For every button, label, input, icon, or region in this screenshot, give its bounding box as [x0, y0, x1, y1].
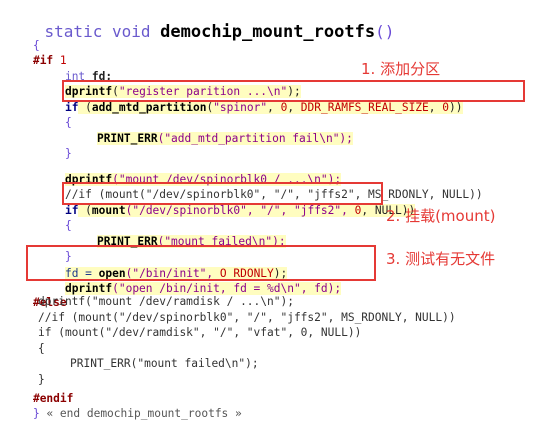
- annotation-label-1: 1. 添加分区: [361, 60, 441, 78]
- number-literal: 0: [442, 101, 450, 114]
- code-screenshot: static void demochip_mount_rootfs() { #i…: [0, 0, 554, 420]
- dprintf-mount-line: dprintf("mount /dev/spinorblk0 / ...\n")…: [38, 156, 342, 186]
- string-literal: ("/dev/spinorblk0", "/", "jffs2",: [125, 204, 355, 217]
- paren: (: [78, 204, 92, 217]
- else-line-2: //if (mount("/dev/spinorblk0", "/", "jff…: [38, 311, 456, 324]
- if-directive-line: #if 1: [6, 37, 67, 67]
- print-err-mount-line: PRINT_ERR("mount failed\n");: [70, 218, 286, 248]
- annotation-box-partition: [62, 80, 525, 102]
- annotation-box-open: [26, 245, 376, 281]
- endif-directive-line: #endif: [6, 375, 73, 405]
- print-err-partition-line: PRINT_ERR("add_mtd_partition fail\n");: [70, 115, 353, 145]
- function-name: demochip_mount_rootfs: [160, 22, 376, 42]
- paren: (: [78, 101, 92, 114]
- mount-call: mount: [91, 204, 126, 217]
- function-signature: static void demochip_mount_rootfs(): [6, 2, 395, 42]
- else-directive-line: #else: [6, 279, 67, 309]
- else-line-5: PRINT_ERR("mount failed\n");: [70, 357, 259, 370]
- else-line-4: {: [38, 342, 45, 355]
- else-line-3: if (mount("/dev/ramdisk", "/", "vfat", 0…: [38, 326, 362, 339]
- string-literal: ("add_mtd_partition fail\n");: [157, 132, 353, 145]
- open-brace-line: {: [6, 22, 40, 52]
- end-brace-line: } « end demochip_mount_rootfs »: [6, 390, 242, 420]
- comma: ,: [428, 101, 443, 114]
- paren-close: )): [449, 101, 463, 114]
- brace-line: }: [38, 130, 72, 160]
- int-fd-line: int fd;: [38, 53, 112, 83]
- function-parens: (): [375, 22, 395, 41]
- annotation-box-mount: [62, 182, 383, 205]
- add-mtd-partition-call: add_mtd_partition: [91, 101, 207, 114]
- macro-constant: DDR_RAMFS_REAL_SIZE: [300, 101, 429, 114]
- comma: ,: [267, 101, 281, 114]
- comma: ,: [287, 101, 301, 114]
- annotation-label-2: 2. 挂载(mount): [386, 207, 496, 225]
- string-literal: "spinor": [213, 101, 268, 114]
- else-line-1: dprintf("mount /dev/ramdisk / ...\n");: [38, 295, 294, 308]
- annotation-label-3: 3. 测试有无文件: [386, 250, 496, 268]
- print-err-call: PRINT_ERR: [96, 132, 158, 145]
